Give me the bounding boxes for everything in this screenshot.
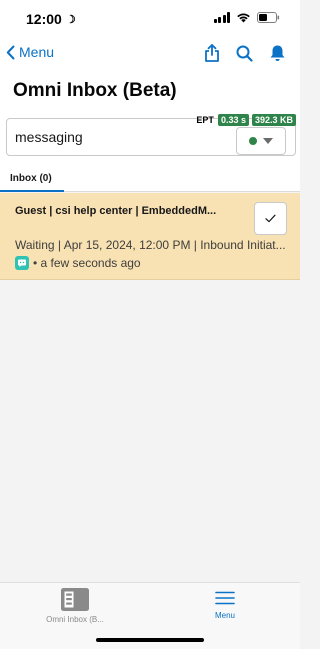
search-input-value: messaging — [15, 129, 83, 145]
nav-bar: Menu — [0, 38, 300, 72]
back-button[interactable]: Menu — [6, 44, 54, 60]
status-indicators — [213, 12, 281, 23]
tab-inbox[interactable]: Inbox (0) — [0, 166, 64, 192]
bottom-tab-menu-label: Menu — [214, 611, 235, 620]
bell-icon[interactable] — [269, 44, 286, 62]
checkmark-icon — [265, 214, 276, 223]
chat-icon — [15, 256, 29, 270]
status-bar: 12:00 ☽ — [0, 0, 300, 38]
performance-badges: EPT 0.33 s 392.3 KB — [196, 114, 296, 126]
chevron-left-icon — [6, 45, 15, 59]
share-icon[interactable] — [204, 44, 220, 62]
work-item-title: Guest | csi help center | EmbeddedM... — [15, 205, 217, 217]
ept-size-badge: 392.3 KB — [251, 114, 296, 126]
cellular-signal-icon — [213, 12, 230, 23]
page-title: Omni Inbox (Beta) — [13, 80, 177, 101]
bottom-tab-omni-inbox-label: Omni Inbox (B... — [46, 615, 104, 624]
work-item-detail: Waiting | Apr 15, 2024, 12:00 PM | Inbou… — [15, 238, 286, 252]
work-item-card[interactable]: Guest | csi help center | EmbeddedM... W… — [0, 193, 300, 280]
nav-actions — [204, 44, 286, 62]
back-button-label: Menu — [19, 44, 55, 60]
work-item-age: • a few seconds ago — [33, 256, 141, 270]
search-icon[interactable] — [236, 45, 253, 62]
title-area: Omni Inbox (Beta) — [0, 72, 300, 110]
work-item-meta: • a few seconds ago — [15, 256, 141, 270]
home-indicator — [96, 638, 204, 642]
ept-time-badge: 0.33 s — [217, 114, 249, 126]
ept-label: EPT — [196, 115, 214, 125]
accept-work-button[interactable] — [254, 202, 287, 235]
hamburger-icon — [215, 591, 235, 605]
battery-icon — [257, 12, 280, 23]
status-time: 12:00 — [26, 11, 62, 27]
tab-bar: Inbox (0) — [0, 166, 300, 192]
presence-status-dropdown[interactable] — [236, 127, 286, 155]
chevron-down-icon — [263, 138, 273, 144]
wifi-icon — [236, 12, 251, 23]
presence-status-dot — [249, 137, 257, 145]
moon-icon: ☽ — [65, 13, 76, 26]
bottom-tab-omni-inbox[interactable]: Omni Inbox (B... — [36, 587, 114, 624]
bottom-tab-menu[interactable]: Menu — [195, 591, 255, 620]
status-time-group: 12:00 ☽ — [26, 11, 76, 27]
omni-inbox-icon — [61, 588, 89, 611]
